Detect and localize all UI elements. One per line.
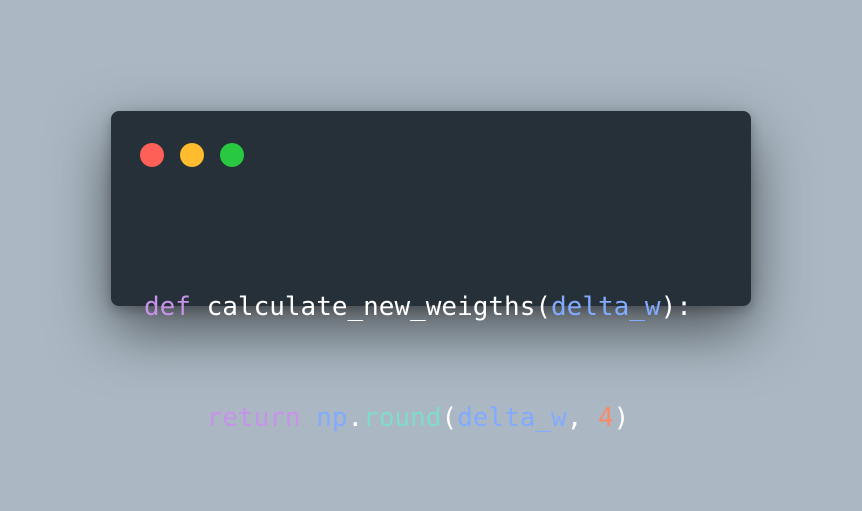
paren-open-2: ( [441,403,458,433]
keyword-return: return [206,403,301,433]
keyword-def: def [144,292,191,322]
module-name: np [316,403,348,433]
dot-operator: . [347,403,364,433]
paren-close-colon: ): [660,292,692,322]
code-line-1: def calculate_new_weigths(delta_w): [144,289,692,326]
number-literal: 4 [598,403,614,433]
comma: , [566,403,583,433]
code-line-2: return np.round(delta_w, 4) [144,400,692,437]
code-block: def calculate_new_weigths(delta_w): retu… [144,215,692,511]
method-name: round [363,403,442,433]
minimize-dot-icon[interactable] [180,143,204,167]
function-name: calculate_new_weigths [206,292,536,322]
paren-open: ( [535,292,552,322]
zoom-dot-icon[interactable] [220,143,244,167]
paren-close-2: ) [613,403,630,433]
parameter: delta_w [551,292,661,322]
close-dot-icon[interactable] [140,143,164,167]
code-window: def calculate_new_weigths(delta_w): retu… [111,111,751,433]
window-controls [140,143,244,167]
argument: delta_w [457,403,567,433]
